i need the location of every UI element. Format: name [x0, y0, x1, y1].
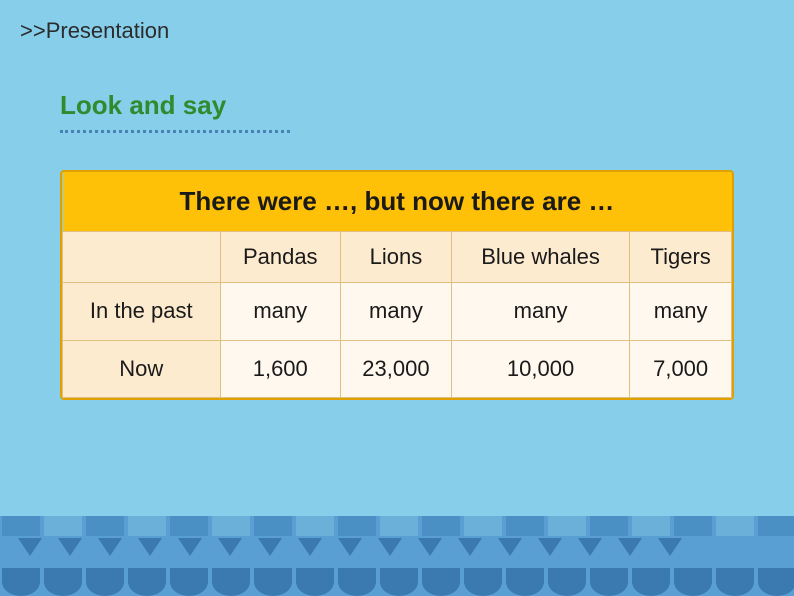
- cell-lions-past: many: [341, 283, 452, 341]
- wave-bumps-bottom: [0, 568, 794, 596]
- row-in-the-past-label: In the past: [63, 283, 221, 341]
- cell-tigers-past: many: [630, 283, 732, 341]
- col-empty: [63, 232, 221, 283]
- cell-blue-whales-past: many: [451, 283, 629, 341]
- col-lions: Lions: [341, 232, 452, 283]
- row-now-label: Now: [63, 340, 221, 398]
- cell-blue-whales-now: 10,000: [451, 340, 629, 398]
- cell-pandas-now: 1,600: [220, 340, 341, 398]
- wave-triangles: [10, 538, 690, 556]
- cell-pandas-past: many: [220, 283, 341, 341]
- col-blue-whales: Blue whales: [451, 232, 629, 283]
- table-title: There were …, but now there are …: [63, 172, 732, 232]
- look-and-say-label: Look and say: [60, 90, 226, 121]
- dotted-underline: [60, 130, 290, 133]
- breadcrumb: >>Presentation: [20, 18, 169, 44]
- col-tigers: Tigers: [630, 232, 732, 283]
- wave-section: [0, 516, 794, 596]
- cell-tigers-now: 7,000: [630, 340, 732, 398]
- col-pandas: Pandas: [220, 232, 341, 283]
- cell-lions-now: 23,000: [341, 340, 452, 398]
- table-container: There were …, but now there are … Pandas…: [60, 170, 734, 400]
- wave-bumps-top: [0, 516, 794, 536]
